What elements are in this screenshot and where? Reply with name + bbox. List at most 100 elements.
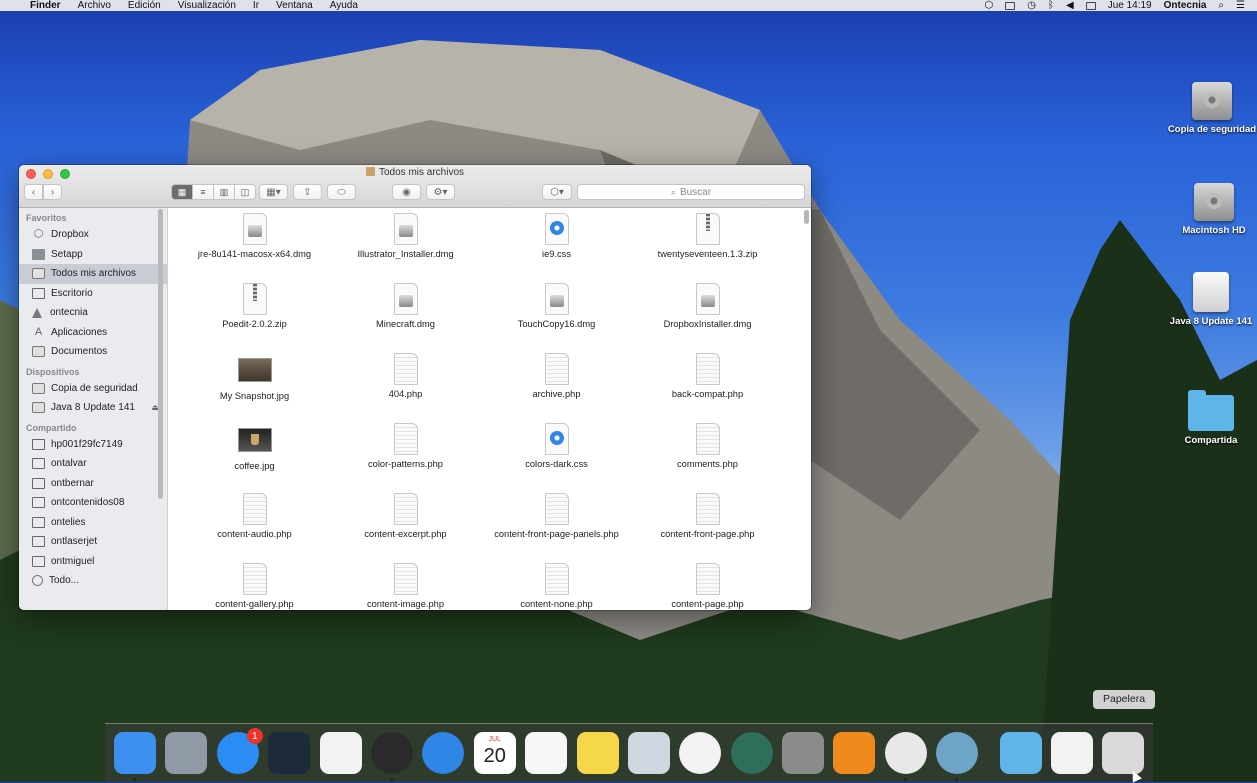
sidebar-item-aplicaciones[interactable]: A Aplicaciones bbox=[19, 323, 167, 343]
file-item[interactable]: content-front-page-panels.php bbox=[481, 493, 632, 563]
file-item[interactable]: content-audio.php bbox=[179, 493, 330, 563]
file-item[interactable]: Illustrator_Installer.dmg bbox=[330, 213, 481, 283]
dropbox-button[interactable]: ⬡▾ bbox=[542, 184, 572, 200]
bluetooth-icon[interactable]: ᛒ bbox=[1048, 0, 1054, 11]
sidebar-item-escritorio[interactable]: Escritorio bbox=[19, 284, 167, 304]
file-item[interactable]: comments.php bbox=[632, 423, 783, 493]
spider-app-icon[interactable] bbox=[268, 732, 311, 774]
cover-flow-button[interactable]: ◫ bbox=[235, 185, 255, 199]
list-view-button[interactable]: ≡ bbox=[193, 185, 214, 199]
menu-archivo[interactable]: Archivo bbox=[78, 0, 111, 11]
sidebar-item-ontmiguel[interactable]: ontmiguel bbox=[19, 552, 167, 572]
sidebar-item-ontelies[interactable]: ontelies bbox=[19, 513, 167, 533]
sidebar-item-todos-mis-archivos[interactable]: Todos mis archivos bbox=[19, 264, 167, 284]
file-item[interactable]: content-none.php bbox=[481, 563, 632, 610]
desktop-item-macintosh-hd[interactable]: Macintosh HD bbox=[1169, 183, 1257, 236]
webcam-app-icon[interactable] bbox=[936, 732, 979, 781]
safari-icon[interactable] bbox=[422, 732, 465, 774]
calendar-icon[interactable]: JUL 20 bbox=[473, 732, 516, 774]
desktop-item-compartida[interactable]: Compartida bbox=[1166, 390, 1256, 446]
battery-icon[interactable] bbox=[1085, 1, 1096, 10]
file-item[interactable]: jre-8u141-macosx-x64.dmg bbox=[179, 213, 330, 283]
file-item[interactable]: color-patterns.php bbox=[330, 423, 481, 493]
sidebar-item-java-update[interactable]: Java 8 Update 141 ⏏ bbox=[19, 398, 167, 418]
column-view-button[interactable]: ▥ bbox=[214, 185, 235, 199]
dropbox-status-icon[interactable]: ⬡ bbox=[985, 0, 994, 11]
menu-ayuda[interactable]: Ayuda bbox=[330, 0, 358, 11]
file-item[interactable]: coffee.jpg bbox=[179, 423, 330, 493]
time-machine-icon[interactable] bbox=[730, 732, 773, 774]
menu-ventana[interactable]: Ventana bbox=[276, 0, 313, 11]
arrange-button[interactable]: ▦▾ bbox=[259, 184, 288, 200]
file-item[interactable]: content-page.php bbox=[632, 563, 783, 610]
launchpad-icon[interactable] bbox=[165, 732, 208, 774]
preview-icon[interactable] bbox=[627, 732, 670, 774]
sidebar-item-ontalvar[interactable]: ontalvar bbox=[19, 454, 167, 474]
notification-center-icon[interactable]: ☰ bbox=[1236, 0, 1245, 11]
user-menu[interactable]: Ontecnia bbox=[1164, 0, 1207, 11]
notes-icon[interactable] bbox=[576, 732, 619, 774]
quick-look-button[interactable]: ◉ bbox=[392, 184, 421, 200]
system-preferences-icon[interactable] bbox=[782, 732, 825, 774]
sidebar-item-ontlaserjet[interactable]: ontlaserjet bbox=[19, 532, 167, 552]
file-item[interactable]: content-excerpt.php bbox=[330, 493, 481, 563]
airplay-icon[interactable] bbox=[1005, 1, 1016, 10]
desktop-item-java-update[interactable]: Java 8 Update 141 bbox=[1165, 272, 1257, 327]
sidebar-item-documentos[interactable]: Documentos bbox=[19, 342, 167, 362]
sidebar-item-hp001f29fc7149[interactable]: hp001f29fc7149 bbox=[19, 435, 167, 455]
file-item[interactable]: My Snapshot.jpg bbox=[179, 353, 330, 423]
file-item[interactable]: ie9.css bbox=[481, 213, 632, 283]
document-stack-icon[interactable] bbox=[1051, 732, 1094, 774]
spotlight-icon[interactable]: ⌕ bbox=[1218, 0, 1224, 11]
photos-icon[interactable] bbox=[679, 732, 722, 774]
clock[interactable]: Jue 14:19 bbox=[1108, 0, 1152, 11]
trash-icon[interactable] bbox=[1102, 732, 1145, 774]
file-item[interactable]: archive.php bbox=[481, 353, 632, 423]
sidebar-item-ontbernar[interactable]: ontbernar bbox=[19, 474, 167, 494]
file-item[interactable]: Poedit-2.0.2.zip bbox=[179, 283, 330, 353]
time-machine-status-icon[interactable]: ◷ bbox=[1027, 0, 1036, 11]
sidebar-item-dropbox[interactable]: ⬡ Dropbox bbox=[19, 225, 167, 245]
downloads-folder-icon[interactable] bbox=[999, 732, 1042, 774]
sidebar-item-setapp[interactable]: Setapp bbox=[19, 245, 167, 265]
chrome-icon[interactable] bbox=[884, 732, 927, 781]
file-item[interactable]: back-compat.php bbox=[632, 353, 783, 423]
menu-visualizacion[interactable]: Visualización bbox=[178, 0, 236, 11]
ibooks-icon[interactable] bbox=[833, 732, 876, 774]
finder-icon[interactable] bbox=[114, 732, 156, 781]
content-scrollbar[interactable] bbox=[804, 210, 809, 224]
menu-edicion[interactable]: Edición bbox=[128, 0, 161, 11]
file-item[interactable]: content-front-page.php bbox=[632, 493, 783, 563]
file-item[interactable]: content-gallery.php bbox=[179, 563, 330, 610]
file-item[interactable]: colors-dark.css bbox=[481, 423, 632, 493]
reminders-icon[interactable] bbox=[525, 732, 568, 774]
sidebar-item-copia-de-seguridad[interactable]: Copia de seguridad bbox=[19, 379, 167, 399]
sidebar-item-todo[interactable]: Todo... bbox=[19, 571, 167, 591]
textedit-icon[interactable] bbox=[319, 732, 362, 774]
file-item[interactable]: content-image.php bbox=[330, 563, 481, 610]
volume-icon[interactable]: ◀ bbox=[1066, 0, 1074, 11]
sidebar-item-ontecnia[interactable]: ontecnia bbox=[19, 303, 167, 323]
tags-button[interactable]: ⬭ bbox=[327, 184, 356, 200]
sidebar-scrollbar[interactable] bbox=[158, 209, 163, 499]
file-item[interactable]: TouchCopy16.dmg bbox=[481, 283, 632, 353]
file-item[interactable]: 404.php bbox=[330, 353, 481, 423]
forward-button[interactable]: › bbox=[43, 184, 62, 200]
file-item[interactable]: Minecraft.dmg bbox=[330, 283, 481, 353]
hard-drive-icon bbox=[1194, 183, 1234, 221]
action-button[interactable]: ⚙▾ bbox=[426, 184, 455, 200]
file-item[interactable]: DropboxInstaller.dmg bbox=[632, 283, 783, 353]
back-button[interactable]: ‹ bbox=[24, 184, 43, 200]
search-field[interactable]: ⌕ Buscar bbox=[577, 184, 805, 200]
menu-app-name[interactable]: Finder bbox=[30, 0, 61, 11]
search-placeholder: Buscar bbox=[679, 186, 712, 198]
sidebar-item-ontcontenidos08[interactable]: ontcontenidos08 bbox=[19, 493, 167, 513]
menu-ir[interactable]: Ir bbox=[253, 0, 259, 11]
dashboard-icon[interactable] bbox=[370, 732, 413, 781]
icon-view-button[interactable]: ▦ bbox=[172, 185, 193, 199]
desktop-item-copia-de-seguridad[interactable]: Copia de seguridad bbox=[1167, 82, 1257, 135]
share-button[interactable]: ⇪ bbox=[293, 184, 322, 200]
app-store-icon[interactable]: 1 bbox=[216, 728, 263, 774]
file-item[interactable]: twentyseventeen.1.3.zip bbox=[632, 213, 783, 283]
view-mode-selector[interactable]: ▦ ≡ ▥ ◫ bbox=[171, 184, 256, 200]
